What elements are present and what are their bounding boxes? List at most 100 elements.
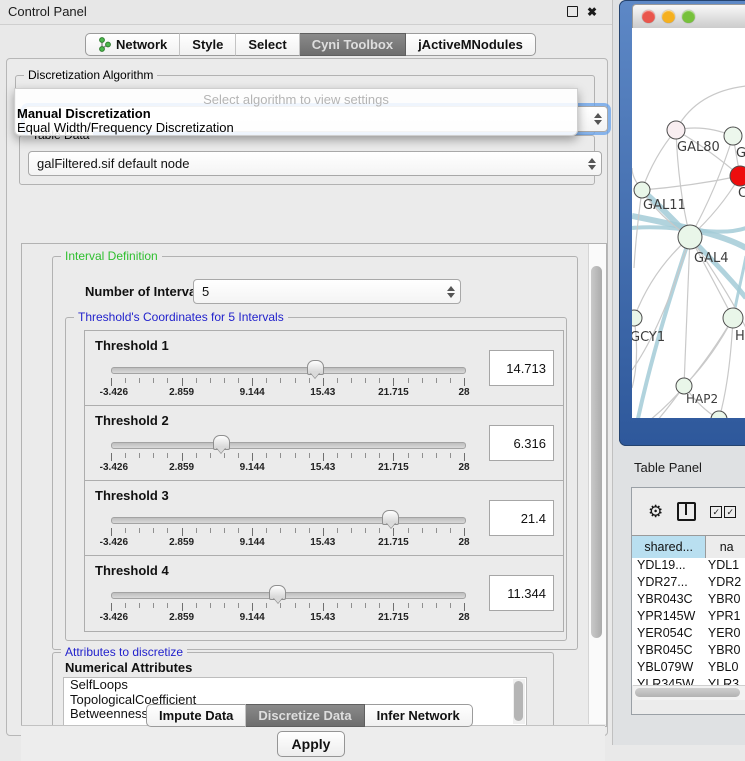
checkbox-checked-icon[interactable]: ✓	[710, 506, 722, 518]
node-label: HAP2	[686, 392, 718, 406]
num-intervals-combobox[interactable]: 5	[193, 279, 461, 304]
tab-network[interactable]: Network	[85, 33, 180, 56]
table-row[interactable]: YBL079WYBL0	[632, 660, 745, 677]
threshold-label: Threshold 3	[95, 488, 169, 503]
interval-definition-group: Interval Definition Number of Intervals …	[52, 256, 578, 650]
network-node[interactable]	[724, 127, 742, 145]
gear-icon[interactable]: ⚙	[648, 502, 663, 522]
slider-track[interactable]	[111, 517, 466, 524]
table-column-header[interactable]: shared...	[632, 536, 706, 558]
slider-tick-labels: -3.4262.8599.14415.4321.71528	[111, 462, 464, 474]
table-toolbar: ⚙ ✓ ✓	[632, 488, 745, 535]
threshold-value-field[interactable]: 14.713	[489, 350, 554, 386]
slider-tick-labels: -3.4262.8599.14415.4321.71528	[111, 537, 464, 549]
network-view-window: GAL80GACGAL11GAL4GCY1HHAP2	[619, 0, 745, 446]
table-cell: YLR3	[703, 677, 745, 685]
slider-track[interactable]	[111, 367, 466, 374]
tab-select[interactable]: Select	[236, 33, 299, 56]
table-cell: YBL079W	[632, 660, 703, 677]
threshold-value-field[interactable]: 6.316	[489, 425, 554, 461]
tab-label: Style	[192, 37, 223, 52]
content-scrollbar[interactable]	[588, 244, 606, 724]
network-node[interactable]	[730, 166, 745, 186]
slider-thumb[interactable]	[269, 585, 286, 600]
attribute-list-item[interactable]: SelfLoops	[64, 678, 526, 693]
tab-cyni-toolbox[interactable]: Cyni Toolbox	[300, 33, 406, 56]
thresholds-group-title: Threshold's Coordinates for 5 Intervals	[74, 310, 288, 324]
table-cell: YDR2	[703, 575, 745, 592]
node-label: H	[735, 329, 745, 344]
content-scrollbar-thumb[interactable]	[591, 266, 602, 638]
table-horizontal-scrollbar[interactable]	[633, 685, 745, 700]
slider-thumb[interactable]	[213, 435, 230, 450]
network-node[interactable]	[711, 411, 727, 418]
numerical-attributes-label: Numerical Attributes	[65, 660, 192, 675]
zoom-traffic-light-icon[interactable]	[682, 10, 695, 23]
table-row[interactable]: YPR145WYPR1	[632, 609, 745, 626]
minimize-traffic-light-icon[interactable]	[662, 10, 675, 23]
tab-discretize-data[interactable]: Discretize Data	[246, 704, 364, 727]
tab-jactivemnodules[interactable]: jActiveMNodules	[406, 33, 536, 56]
control-panel-titlebar: Control Panel ✖	[0, 0, 612, 25]
network-canvas[interactable]: GAL80GACGAL11GAL4GCY1HHAP2	[632, 28, 745, 418]
network-icon	[98, 37, 111, 52]
slider-thumb[interactable]	[307, 360, 324, 375]
tab-label: Select	[248, 37, 286, 52]
float-window-icon[interactable]	[567, 6, 578, 17]
popup-placeholder-item[interactable]: Select algorithm to view settings	[15, 92, 577, 107]
columns-icon[interactable]	[677, 502, 696, 521]
table-cell: YER0	[703, 626, 745, 643]
table-data-combobox[interactable]: galFiltered.sif default node	[28, 151, 602, 176]
bottom-tab-bar: Impute Data Discretize Data Infer Network	[146, 704, 473, 727]
table-row[interactable]: YER054CYER0	[632, 626, 745, 643]
table-row[interactable]: YDR27...YDR2	[632, 575, 745, 592]
popup-item-equal-width[interactable]: Equal Width/Frequency Discretization	[17, 120, 234, 135]
popup-item-manual-discretization[interactable]: Manual Discretization	[17, 106, 151, 121]
attributes-scrollbar[interactable]	[513, 679, 525, 724]
apply-button[interactable]: Apply	[277, 731, 345, 757]
interval-definition-title: Interval Definition	[61, 249, 162, 263]
close-icon[interactable]: ✖	[586, 6, 598, 18]
table-hscroll-thumb[interactable]	[635, 688, 740, 697]
threshold-value-field[interactable]: 21.4	[489, 500, 554, 536]
algorithm-dropdown-popup: Select algorithm to view settings Manual…	[14, 88, 578, 136]
cyni-toolbox-panel: Discretization Algorithm Table Data galF…	[6, 58, 608, 736]
checkbox-checked-icon[interactable]: ✓	[724, 506, 736, 518]
table-row[interactable]: YDL19...YDL1	[632, 558, 745, 575]
table-data-value: galFiltered.sif default node	[37, 156, 189, 171]
combo-arrows-icon	[594, 113, 602, 125]
tab-infer-network[interactable]: Infer Network	[365, 704, 473, 727]
right-column: GAL80GACGAL11GAL4GCY1HHAP2 Table Panel ⚙…	[612, 0, 745, 745]
slider-track[interactable]	[111, 442, 466, 449]
threshold-value-field[interactable]: 11.344	[489, 575, 554, 611]
close-traffic-light-icon[interactable]	[642, 10, 655, 23]
network-node[interactable]	[723, 308, 743, 328]
slider-track[interactable]	[111, 592, 466, 599]
network-window-titlebar	[632, 4, 745, 29]
slider-thumb[interactable]	[382, 510, 399, 525]
slider-tick-labels: -3.4262.8599.14415.4321.71528	[111, 387, 464, 399]
discretization-algorithm-group-title: Discretization Algorithm	[24, 68, 157, 82]
network-node[interactable]	[634, 182, 650, 198]
tab-style[interactable]: Style	[180, 33, 236, 56]
settings-scroll-pane: Interval Definition Number of Intervals …	[21, 243, 607, 727]
network-node[interactable]	[667, 121, 685, 139]
tab-label: Network	[116, 37, 167, 52]
slider-ticks	[111, 378, 464, 386]
network-node[interactable]	[632, 310, 642, 326]
network-node[interactable]	[678, 225, 702, 249]
slider-tick-labels: -3.4262.8599.14415.4321.71528	[111, 612, 464, 624]
table-cell: YDL1	[703, 558, 745, 575]
table-row[interactable]: YLR345WYLR3	[632, 677, 745, 685]
node-label: GAL11	[643, 198, 686, 213]
table-cell: YER054C	[632, 626, 703, 643]
tab-label: Discretize Data	[258, 708, 351, 723]
table-cell: YBL0	[703, 660, 745, 677]
table-column-header[interactable]: na	[706, 536, 745, 558]
table-row[interactable]: YBR043CYBR0	[632, 592, 745, 609]
table-row[interactable]: YBR045CYBR0	[632, 643, 745, 660]
node-label: GA	[736, 146, 745, 161]
tab-impute-data[interactable]: Impute Data	[146, 704, 246, 727]
table-cell: YBR0	[703, 592, 745, 609]
combo-arrows-icon	[588, 158, 596, 170]
